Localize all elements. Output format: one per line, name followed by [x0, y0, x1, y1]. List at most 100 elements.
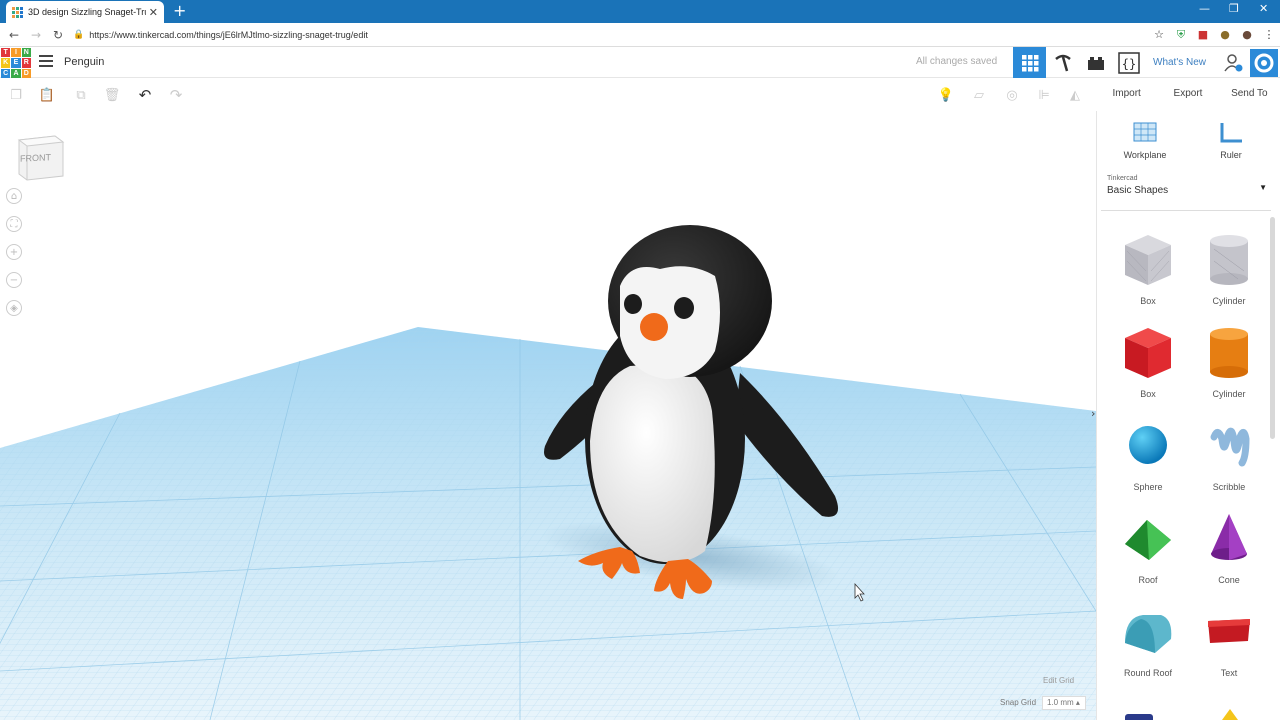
text-shape-icon: [1208, 619, 1250, 643]
collapse-panel-icon[interactable]: ›: [1091, 407, 1095, 420]
design-list-icon[interactable]: [39, 55, 53, 67]
import-button[interactable]: Import: [1096, 79, 1157, 111]
shape-text[interactable]: Text: [1196, 603, 1262, 678]
shape-box-hole[interactable]: Box: [1115, 231, 1181, 306]
paste-icon[interactable]: 📋: [39, 87, 55, 103]
3d-workspace[interactable]: FRONT ⌂ ⛶ + − ◈ › Edit Grid Snap Grid 1.…: [0, 111, 1096, 720]
avatar-icon: [1250, 48, 1278, 77]
panel-scrollbar[interactable]: [1270, 217, 1275, 439]
new-tab-icon[interactable]: +: [173, 1, 186, 20]
edit-toolbar: ❐ 📋 ⧉ 🗑 ↶ ↷ 💡 ▱ ◎ ⊫ ◭: [0, 79, 1096, 111]
ruler-label: Ruler: [1220, 150, 1242, 160]
3d-view-button[interactable]: [1013, 47, 1046, 78]
copy-icon[interactable]: ❐: [8, 87, 24, 103]
group-icon[interactable]: ◎: [1004, 87, 1020, 103]
mirror-icon[interactable]: ◭: [1067, 87, 1083, 103]
left-eye[interactable]: [624, 294, 642, 314]
ruler-tool[interactable]: Ruler: [1201, 119, 1261, 160]
shape-label: Scribble: [1212, 482, 1246, 492]
shape-label: Cylinder: [1212, 389, 1246, 399]
shape-library-select[interactable]: Tinkercad Basic Shapes ▼: [1101, 171, 1271, 211]
workplane-tool[interactable]: Workplane: [1115, 119, 1175, 160]
delete-icon[interactable]: 🗑: [104, 87, 121, 103]
shape-cylinder-hole[interactable]: Cylinder: [1196, 231, 1262, 306]
forward-icon[interactable]: →: [25, 28, 47, 42]
shape-roof[interactable]: Roof: [1115, 510, 1181, 585]
shape-box[interactable]: Box: [1115, 324, 1181, 399]
perspective-icon[interactable]: ◈: [6, 300, 22, 316]
fit-view-icon[interactable]: ⛶: [6, 216, 22, 232]
bookmark-star-icon[interactable]: ☆: [1148, 28, 1170, 41]
logo-cell: R: [21, 58, 31, 68]
view-cube[interactable]: FRONT: [17, 132, 65, 182]
workplane-icon: [1133, 122, 1157, 142]
extension-icon[interactable]: ■: [1192, 28, 1214, 41]
undo-icon[interactable]: ↶: [137, 86, 153, 104]
tinkercad-favicon-icon: [12, 6, 23, 18]
design-name[interactable]: Penguin: [64, 56, 104, 68]
duplicate-icon[interactable]: ⧉: [73, 87, 89, 103]
url-field[interactable]: 🔒 https://www.tinkercad.com/things/jE6lr…: [69, 26, 1148, 44]
shape-sphere[interactable]: Sphere: [1115, 417, 1181, 492]
add-user-button[interactable]: [1216, 47, 1249, 78]
back-icon[interactable]: ←: [3, 28, 25, 42]
svg-text:{}: {}: [1121, 57, 1135, 71]
light-bulb-icon[interactable]: 💡: [938, 87, 954, 103]
zoom-in-icon[interactable]: +: [6, 244, 22, 260]
shape-label: Roof: [1138, 575, 1158, 585]
save-status: All changes saved: [916, 56, 998, 67]
extension-icon-2[interactable]: ●: [1214, 28, 1236, 41]
blocks-button[interactable]: [1046, 47, 1079, 78]
round-roof-icon: [1125, 615, 1172, 653]
note-icon[interactable]: ▱: [971, 87, 987, 103]
browser-menu-icon[interactable]: ⋮: [1258, 28, 1280, 41]
shape-label: Box: [1140, 389, 1156, 399]
shape-label: Sphere: [1133, 482, 1163, 492]
export-button[interactable]: Export: [1157, 79, 1218, 111]
logo-cell: E: [11, 58, 21, 68]
whats-new-link[interactable]: What's New: [1153, 57, 1206, 68]
minimize-icon[interactable]: —: [1199, 2, 1210, 15]
tinkercad-logo[interactable]: T I N K E R C A D: [1, 48, 31, 78]
right-eye[interactable]: [674, 297, 694, 319]
shape-cone[interactable]: Cone: [1196, 510, 1262, 585]
bricks-button[interactable]: [1079, 47, 1112, 78]
penguin-face[interactable]: [620, 266, 720, 379]
shape-label: Cone: [1218, 575, 1240, 585]
home-view-icon[interactable]: ⌂: [6, 188, 22, 204]
workplane-scene[interactable]: [0, 111, 1096, 720]
logo-cell: T: [1, 48, 11, 58]
reload-icon[interactable]: ↻: [47, 28, 69, 42]
shape-label: Round Roof: [1123, 668, 1173, 678]
shape-cylinder[interactable]: Cylinder: [1196, 324, 1262, 399]
codeblocks-button[interactable]: {}: [1112, 47, 1145, 78]
library-source: Tinkercad: [1107, 175, 1138, 182]
zoom-out-icon[interactable]: −: [6, 272, 22, 288]
user-avatar[interactable]: [1248, 47, 1280, 78]
tab-title: 3D design Sizzling Snaget-Trug |: [28, 7, 146, 17]
shape-label: Box: [1140, 296, 1156, 306]
shape-round-roof[interactable]: Round Roof: [1115, 603, 1181, 678]
add-user-icon: [1223, 53, 1242, 71]
shape-scribble[interactable]: Scribble: [1196, 417, 1262, 492]
sphere-icon: [1129, 426, 1167, 464]
send-to-button[interactable]: Send To: [1219, 79, 1280, 111]
shape-partial[interactable]: [1222, 709, 1238, 720]
logo-cell: K: [1, 58, 11, 68]
logo-cell: D: [21, 68, 31, 78]
shape-partial[interactable]: [1125, 714, 1153, 720]
align-icon[interactable]: ⊫: [1036, 87, 1052, 103]
browser-tab[interactable]: 3D design Sizzling Snaget-Trug | ✕: [6, 1, 164, 23]
penguin-beak[interactable]: [640, 313, 668, 341]
window-close-icon[interactable]: ✕: [1259, 2, 1268, 15]
browser-tab-strip: 3D design Sizzling Snaget-Trug | ✕ + — ❐…: [0, 0, 1280, 23]
edit-grid-link[interactable]: Edit Grid: [1043, 676, 1074, 685]
snap-grid-label: Snap Grid: [1000, 698, 1037, 707]
shield-extension-icon[interactable]: ⛨: [1170, 28, 1192, 42]
tab-close-icon[interactable]: ✕: [149, 6, 158, 19]
redo-icon[interactable]: ↷: [168, 86, 184, 104]
profile-avatar-icon[interactable]: ●: [1236, 28, 1258, 41]
snap-grid-select[interactable]: 1.0 mm ▴: [1042, 696, 1086, 710]
logo-cell: I: [11, 48, 21, 58]
restore-icon[interactable]: ❐: [1229, 2, 1239, 15]
